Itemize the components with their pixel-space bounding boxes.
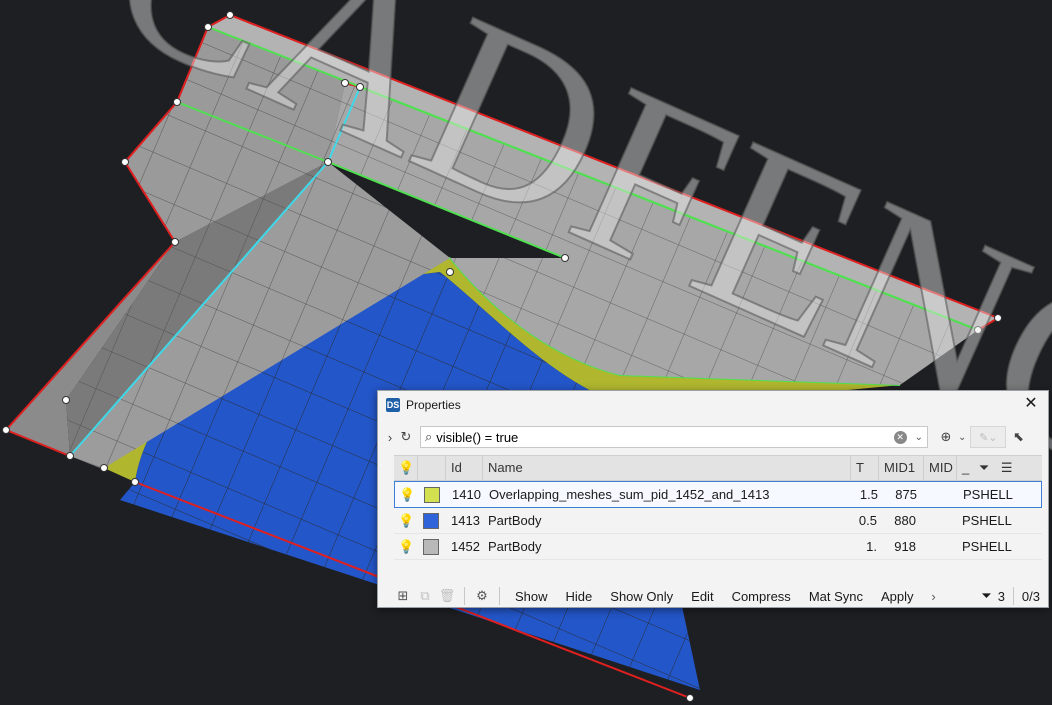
cell-mid (924, 509, 957, 533)
show-only-button[interactable]: Show Only (601, 589, 682, 604)
color-swatch (424, 487, 440, 504)
toolbar-divider (464, 587, 465, 605)
cell-mid1: 880 (894, 512, 916, 528)
color-swatch (423, 539, 439, 556)
close-icon[interactable]: ✕ (1022, 395, 1040, 413)
color-cell (418, 535, 446, 559)
dialog-titlebar[interactable]: DS Properties ✕ (378, 391, 1048, 419)
cell-t: 1. (866, 538, 877, 554)
filter-toolbar: › ↻ ⌕ ✕ ⌄ ⊕ ⌄ ✎⌄ ⬉ (378, 423, 1048, 451)
cell-type: PSHELL (963, 486, 1013, 502)
filter-expression-field[interactable]: ⌕ ✕ ⌄ (420, 426, 928, 448)
mat-sync-button[interactable]: Mat Sync (800, 589, 872, 604)
selection-count: 0/3 (1021, 588, 1040, 604)
app-logo-icon: DS (386, 398, 400, 412)
toolbar-divider (499, 587, 500, 605)
table-row[interactable]: 💡 1413 PartBody 0.5 880 PSHELL (394, 508, 1042, 534)
status-area: ⏷ 3 0/3 (981, 587, 1040, 605)
new-item-icon[interactable]: ⊞ (392, 588, 414, 604)
clear-filter-icon[interactable]: ✕ (893, 430, 907, 444)
column-header-t[interactable]: T (851, 456, 879, 480)
properties-dialog[interactable]: DS Properties ✕ › ↻ ⌕ ✕ ⌄ ⊕ ⌄ ✎⌄ ⬉ 💡 Id … (377, 390, 1049, 608)
show-button[interactable]: Show (506, 589, 557, 604)
funnel-icon: ⏷ (981, 588, 992, 603)
column-header-mid[interactable]: MID (924, 456, 957, 480)
properties-table: 💡 Id Name T MID1 MID _ ⏷ ☰ 💡 1410 Overla… (394, 455, 1042, 560)
visibility-toggle[interactable]: 💡 (394, 509, 418, 533)
color-column-header[interactable] (418, 456, 446, 480)
lightbulb-icon: 💡 (398, 538, 415, 554)
column-header-type[interactable]: _ ⏷ ☰ (957, 456, 1042, 480)
copy-icon[interactable]: ⧉ (414, 588, 436, 604)
cell-t: 0.5 (858, 512, 877, 528)
visibility-toggle[interactable]: 💡 (394, 535, 418, 559)
filter-count: 3 (997, 588, 1005, 604)
edit-button[interactable]: Edit (682, 589, 722, 604)
lightbulb-icon: 💡 (398, 512, 415, 528)
cell-mid1: 875 (895, 486, 917, 502)
delete-icon[interactable]: 🗑 (436, 588, 458, 604)
table-row[interactable]: 💡 1410 Overlapping_meshes_sum_pid_1452_a… (394, 481, 1042, 508)
table-row[interactable]: 💡 1452 PartBody 1. 918 PSHELL (394, 534, 1042, 560)
cell-name: PartBody (488, 512, 542, 528)
cell-mid (925, 483, 958, 507)
expand-chevron-icon[interactable]: › (382, 430, 398, 445)
filter-input[interactable] (432, 428, 894, 446)
table-header: 💡 Id Name T MID1 MID _ ⏷ ☰ (394, 455, 1042, 481)
compress-button[interactable]: Compress (723, 589, 800, 604)
cell-id: 1452 (451, 538, 480, 554)
dialog-title: Properties (406, 398, 461, 412)
column-menu-icon[interactable]: ☰ (1001, 460, 1013, 475)
more-actions-chevron-icon[interactable]: › (923, 589, 945, 604)
visibility-toggle[interactable]: 💡 (395, 483, 419, 507)
cell-type: PSHELL (962, 512, 1012, 528)
gear-icon[interactable]: ⚙ (471, 588, 493, 604)
cell-id: 1410 (452, 486, 481, 502)
cell-id: 1413 (451, 512, 480, 528)
cell-t: 1.5 (859, 486, 878, 502)
lightbulb-icon: 💡 (399, 486, 416, 502)
visibility-column-header[interactable]: 💡 (394, 456, 418, 480)
column-header-id[interactable]: Id (446, 456, 483, 480)
refresh-icon[interactable]: ↻ (398, 429, 414, 445)
search-icon: ⌕ (425, 429, 433, 444)
pick-tool-button[interactable]: ✎⌄ (970, 426, 1007, 448)
action-toolbar: ⊞ ⧉ 🗑 ⚙ Show Hide Show Only Edit Compres… (392, 585, 1040, 607)
cell-mid1: 918 (894, 538, 916, 554)
lightbulb-icon: 💡 (398, 460, 415, 475)
column-header-type-label: _ (962, 460, 970, 475)
apply-button[interactable]: Apply (872, 589, 923, 604)
color-cell (419, 483, 447, 507)
column-header-name[interactable]: Name (483, 456, 851, 480)
toolbar-divider (1012, 587, 1014, 605)
cell-mid (924, 535, 957, 559)
zoom-search-icon[interactable]: ⊕ (938, 429, 954, 445)
funnel-icon[interactable]: ⏷ (979, 460, 989, 475)
zoom-dropdown-icon[interactable]: ⌄ (958, 432, 966, 443)
filter-history-dropdown-icon[interactable]: ⌄ (915, 432, 923, 443)
hide-button[interactable]: Hide (557, 589, 602, 604)
color-cell (418, 509, 446, 533)
cursor-select-icon[interactable]: ⬉ (1010, 429, 1026, 445)
cell-type: PSHELL (962, 538, 1012, 554)
cell-name: Overlapping_meshes_sum_pid_1452_and_1413 (489, 486, 770, 502)
column-header-mid1[interactable]: MID1 (879, 456, 924, 480)
cell-name: PartBody (488, 538, 542, 554)
color-swatch (423, 513, 439, 530)
